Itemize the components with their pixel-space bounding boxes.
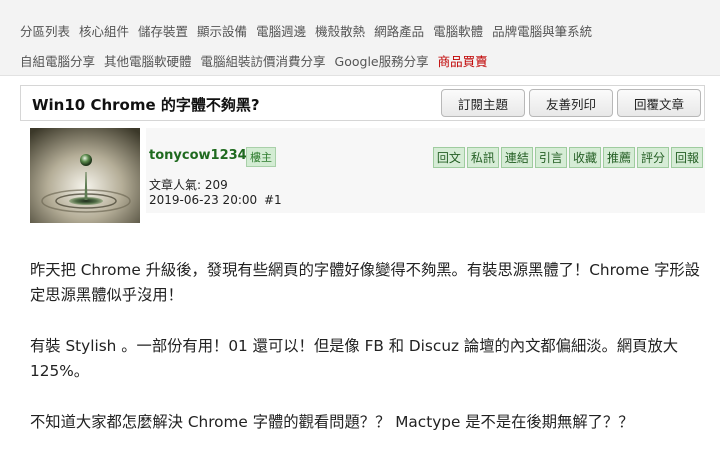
report-button[interactable]: 回報 xyxy=(670,147,703,168)
link-button[interactable]: 連結 xyxy=(500,147,533,168)
author-name[interactable]: tonycow1234 xyxy=(149,148,247,163)
quote-button[interactable]: 引言 xyxy=(534,147,567,168)
nav-item-network[interactable]: 網路產品 xyxy=(374,21,424,40)
nav-item-marketplace[interactable]: 商品買賣 xyxy=(438,51,488,70)
nav-item-brand-pc[interactable]: 品牌電腦與筆系統 xyxy=(492,21,592,40)
nav-item-software[interactable]: 電腦軟體 xyxy=(433,21,483,40)
post-paragraph: 昨天把 Chrome 升級後，發現有些網頁的字體好像變得不夠黑。有裝思源黑體了！… xyxy=(30,261,700,304)
thread-title: Win10 Chrome 的字體不夠黑? xyxy=(32,96,260,114)
favorite-button[interactable]: 收藏 xyxy=(568,147,601,168)
post-paragraph: 不知道大家都怎麼解決 Chrome 字體的觀看問題？？ Mactype 是不是在… xyxy=(30,413,634,431)
reply-button[interactable]: 回覆文章 xyxy=(617,89,701,117)
post-header: tonycow1234 樓主 文章人氣: 209 2019-06-23 20:0… xyxy=(30,128,705,223)
nav-item-peripherals[interactable]: 電腦週邊 xyxy=(256,21,306,40)
post-date: 2019-06-23 20:00 xyxy=(149,193,258,207)
category-row-2: 自組電腦分享 其他電腦軟硬體 電腦組裝訪價消費分享 Google服務分享 商品買… xyxy=(20,51,488,70)
thread-header: Win10 Chrome 的字體不夠黑? 訂閱主題 友善列印 回覆文章 xyxy=(20,85,705,121)
rate-button[interactable]: 評分 xyxy=(636,147,669,168)
nav-item-cases-cooling[interactable]: 機殼散熱 xyxy=(315,21,365,40)
avatar[interactable] xyxy=(30,128,140,223)
print-button[interactable]: 友善列印 xyxy=(529,89,613,117)
recommend-button[interactable]: 推薦 xyxy=(602,147,635,168)
nav-item-build-pricing[interactable]: 電腦組裝訪價消費分享 xyxy=(201,51,326,70)
nav-item-google-services[interactable]: Google服務分享 xyxy=(335,51,429,70)
nav-item-core-components[interactable]: 核心組件 xyxy=(79,21,129,40)
op-badge: 樓主 xyxy=(246,147,276,167)
message-button[interactable]: 私訊 xyxy=(466,147,499,168)
water-drop-avatar-image xyxy=(30,128,140,223)
thread-button-group: 訂閱主題 友善列印 回覆文章 xyxy=(441,89,701,117)
nav-item-display[interactable]: 顯示設備 xyxy=(197,21,247,40)
post-actions: 回文 私訊 連結 引言 收藏 推薦 評分 回報 xyxy=(432,147,703,168)
post-date-floor: 2019-06-23 20:00 #1 xyxy=(149,193,282,207)
nav-item-forum-list[interactable]: 分區列表 xyxy=(20,21,70,40)
author-panel: tonycow1234 樓主 文章人氣: 209 2019-06-23 20:0… xyxy=(146,128,705,213)
post-paragraph: 有裝 Stylish 。一部份有用！01 還可以！但是像 FB 和 Discuz… xyxy=(30,337,679,380)
nav-item-other-hw-sw[interactable]: 其他電腦軟硬體 xyxy=(104,51,192,70)
nav-item-custom-pc[interactable]: 自組電腦分享 xyxy=(20,51,95,70)
nav-item-storage[interactable]: 儲存裝置 xyxy=(138,21,188,40)
post-content: 昨天把 Chrome 升級後，發現有些網頁的字體好像變得不夠黑。有裝思源黑體了！… xyxy=(30,258,702,461)
post-popularity: 文章人氣: 209 xyxy=(149,178,228,192)
post-floor[interactable]: #1 xyxy=(264,193,282,207)
reply-quick-button[interactable]: 回文 xyxy=(432,147,465,168)
category-nav: 分區列表 核心組件 儲存裝置 顯示設備 電腦週邊 機殼散熱 網路產品 電腦軟體 … xyxy=(0,0,720,76)
category-row-1: 分區列表 核心組件 儲存裝置 顯示設備 電腦週邊 機殼散熱 網路產品 電腦軟體 … xyxy=(20,21,592,40)
subscribe-button[interactable]: 訂閱主題 xyxy=(441,89,525,117)
